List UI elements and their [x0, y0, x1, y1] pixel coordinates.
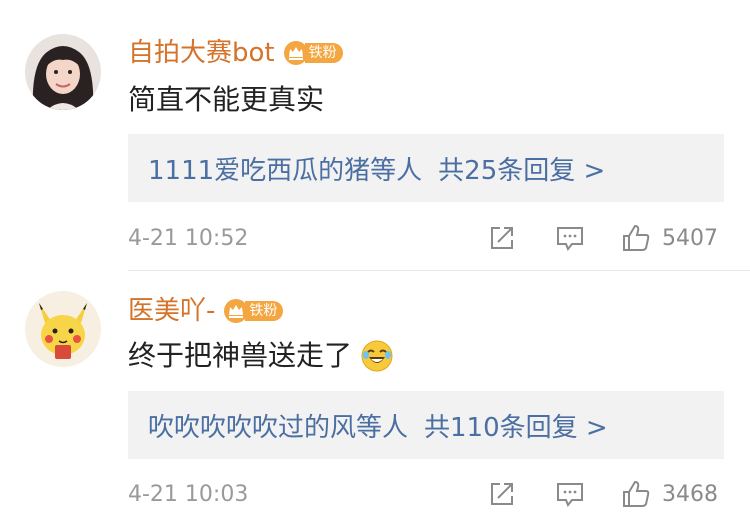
comment-button[interactable] — [554, 222, 586, 254]
like-count: 5407 — [662, 225, 718, 251]
comment-time: 4-21 10:03 — [128, 482, 249, 507]
comment-item: 医美吖- 铁粉 终于把神兽送走了 吹吹吹吹吹过的风等人 共110条回复 > 4-… — [0, 271, 750, 515]
fan-badge-label: 铁粉 — [304, 43, 343, 63]
fan-badge: 铁粉 — [223, 298, 284, 324]
reply-users[interactable]: 1111爱吃西瓜的猪等人 — [148, 150, 422, 187]
comment-icon — [557, 483, 583, 507]
username[interactable]: 自拍大赛bot — [128, 37, 275, 69]
laugh-emoji-icon — [361, 340, 393, 372]
like-count: 3468 — [662, 481, 718, 507]
reply-count[interactable]: 共110条回复 > — [424, 407, 608, 444]
avatar[interactable] — [25, 291, 101, 367]
fan-badge: 铁粉 — [283, 40, 343, 66]
share-button[interactable] — [486, 222, 518, 254]
comment-item: 自拍大赛bot 铁粉 简直不能更真实 1111爱吃西瓜的猪等人 共25条回复 >… — [0, 0, 750, 270]
reply-summary-box[interactable]: 吹吹吹吹吹过的风等人 共110条回复 > — [128, 391, 724, 459]
like-button[interactable]: 3468 — [620, 478, 718, 510]
reply-summary-box[interactable]: 1111爱吃西瓜的猪等人 共25条回复 > — [128, 134, 724, 202]
fan-badge-label: 铁粉 — [245, 301, 284, 321]
like-icon — [623, 224, 650, 251]
comment-text: 终于把神兽送走了 — [128, 339, 353, 372]
share-button[interactable] — [486, 478, 518, 510]
comment-button[interactable] — [554, 478, 586, 510]
share-icon — [491, 483, 513, 505]
avatar[interactable] — [25, 34, 101, 110]
comment-text: 简直不能更真实 — [128, 83, 325, 116]
like-icon — [623, 480, 650, 507]
reply-users[interactable]: 吹吹吹吹吹过的风等人 — [148, 407, 408, 444]
comment-icon — [557, 227, 583, 251]
comment-time: 4-21 10:52 — [128, 226, 249, 251]
reply-count[interactable]: 共25条回复 > — [438, 150, 605, 187]
username[interactable]: 医美吖- — [128, 295, 215, 327]
share-icon — [491, 227, 513, 249]
like-button[interactable]: 5407 — [620, 222, 718, 254]
